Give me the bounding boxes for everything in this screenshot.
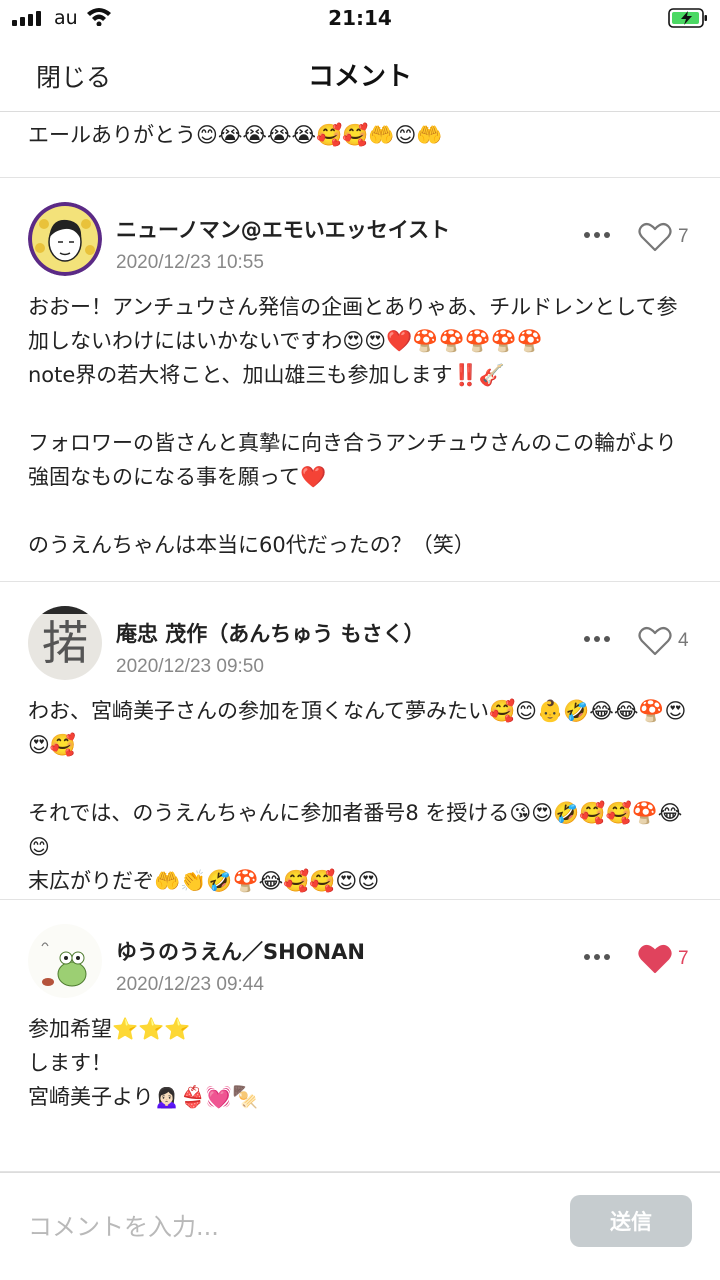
comment-timestamp: 2020/12/23 09:50: [116, 656, 264, 677]
status-bar: au 21:14: [0, 0, 720, 38]
comment-input[interactable]: [28, 1207, 548, 1247]
battery-charging-icon: [668, 8, 707, 28]
page-title: コメント: [307, 62, 412, 92]
comment-item: ニューノマン@エモいエッセイスト 2020/12/23 10:55 7 おおー！…: [0, 178, 720, 582]
more-icon[interactable]: [584, 232, 614, 242]
clock: 21:14: [328, 6, 392, 30]
author-name[interactable]: ゆうのうえん／SHONAN: [116, 936, 365, 966]
comment-list[interactable]: エールありがとう😊😭😭😭😭🥰🥰🤲😊🤲 ニューノマン@エモいエッセイスト 2020…: [0, 112, 720, 1172]
comment-body: おおー！アンチュウさん発信の企画とありゃあ、チルドレンとして参加しないわけにはい…: [28, 295, 678, 557]
author-name[interactable]: 庵忠 茂作（あんちゅう もさく）: [116, 618, 425, 648]
avatar[interactable]: [28, 924, 102, 998]
like-count: 7: [678, 948, 689, 969]
more-icon[interactable]: [584, 954, 614, 964]
comment-item: 掿 庵忠 茂作（あんちゅう もさく） 2020/12/23 09:50 4 わお…: [0, 582, 720, 900]
heart-icon[interactable]: [638, 626, 672, 656]
author-name[interactable]: ニューノマン@エモいエッセイスト: [116, 214, 450, 244]
comment-timestamp: 2020/12/23 09:44: [116, 974, 264, 995]
comment-body: エールありがとう😊😭😭😭😭🥰🥰🤲😊🤲: [28, 123, 443, 147]
partial-comment: エールありがとう😊😭😭😭😭🥰🥰🤲😊🤲: [0, 112, 720, 178]
like-count: 4: [678, 630, 689, 651]
like-count: 7: [678, 226, 689, 247]
heart-icon[interactable]: [638, 944, 672, 974]
header: 閉じる コメント: [0, 38, 720, 112]
comment-body: 参加希望⭐️⭐️⭐️ します！ 宮崎美子より🙍🏻‍♀️👙💓🍢: [28, 1017, 259, 1109]
avatar[interactable]: [28, 202, 102, 276]
avatar-glyph: 掿: [42, 616, 88, 670]
send-button[interactable]: 送信: [570, 1195, 692, 1247]
comment-timestamp: 2020/12/23 10:55: [116, 252, 264, 273]
more-icon[interactable]: [584, 636, 614, 646]
comment-body: わお、宮崎美子さんの参加を頂くなんて夢みたい🥰😊👶🤣😂😂🍄😍😍🥰 それでは、のう…: [28, 699, 687, 893]
comment-input-bar: 送信: [0, 1172, 720, 1280]
comment-item: ゆうのうえん／SHONAN 2020/12/23 09:44 7 参加希望⭐️⭐…: [0, 900, 720, 1172]
heart-icon[interactable]: [638, 222, 672, 252]
avatar[interactable]: 掿: [28, 606, 102, 680]
